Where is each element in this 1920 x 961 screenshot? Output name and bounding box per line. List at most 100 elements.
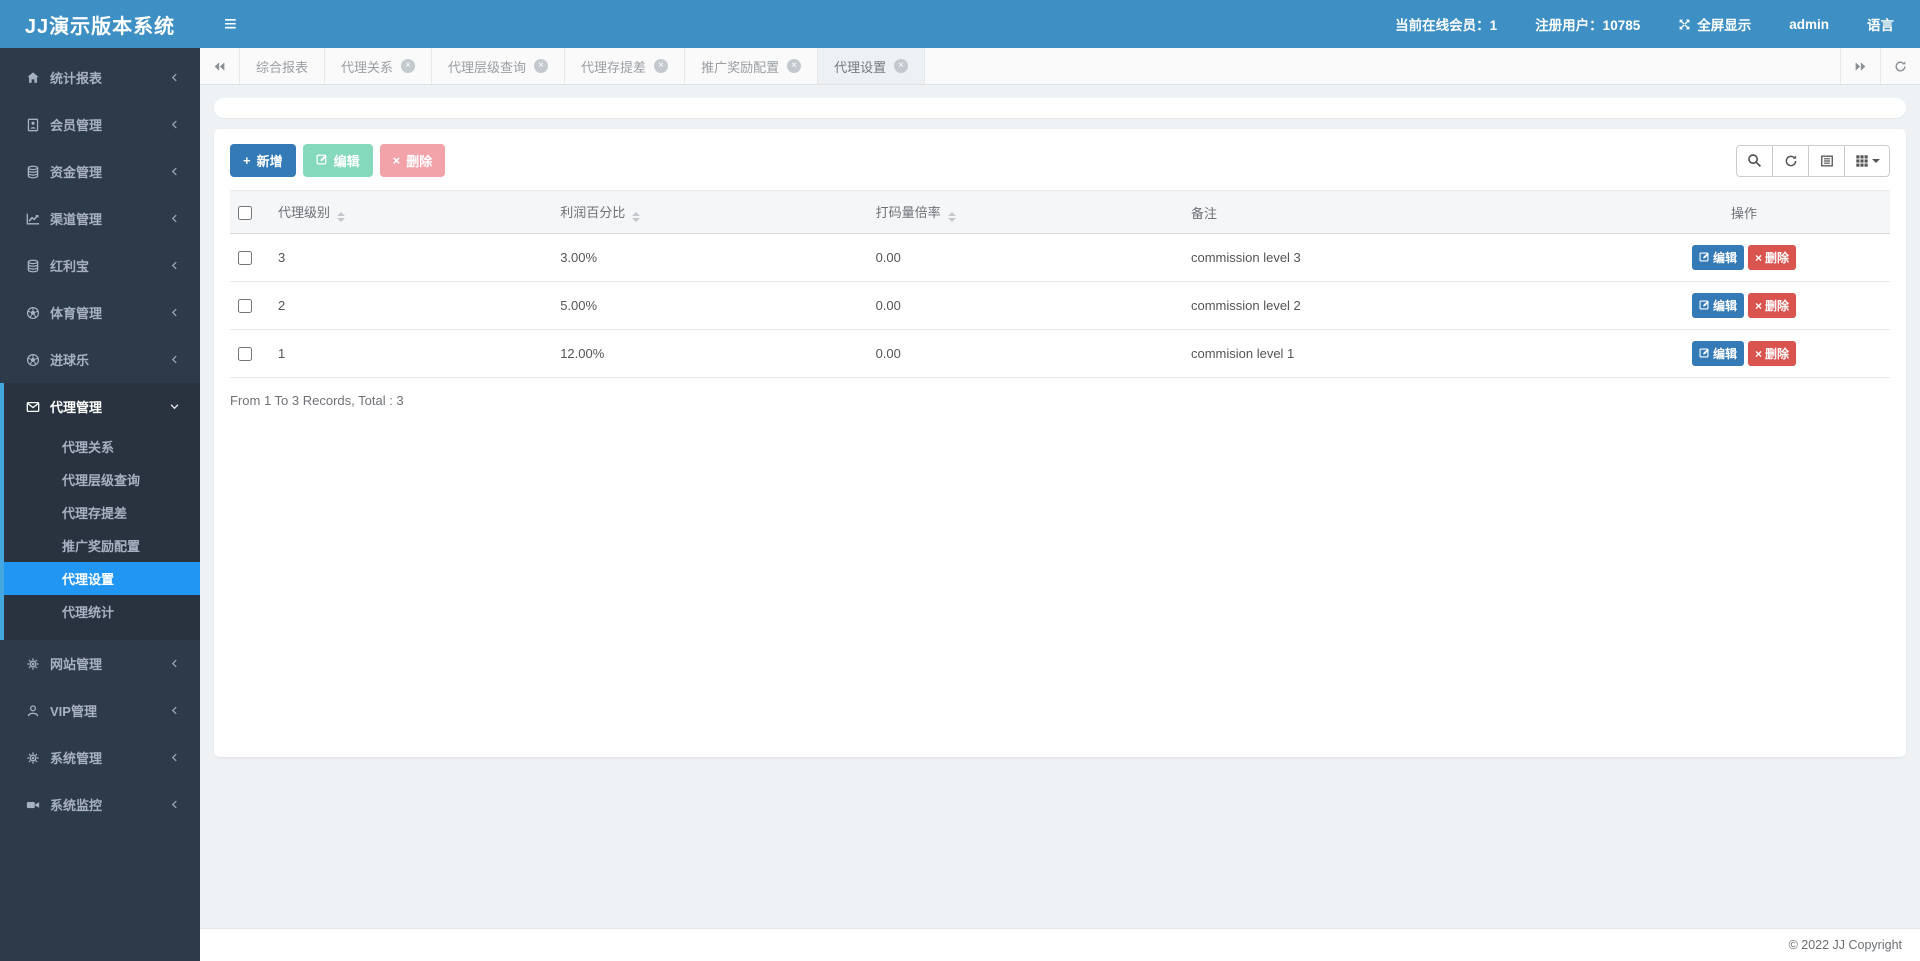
sidebar-subitem-agent-settings[interactable]: 代理设置 <box>4 562 200 595</box>
sidebar-item-goal-fun[interactable]: 进球乐 <box>0 336 200 383</box>
brand-title: JJ演示版本系统 <box>24 15 176 38</box>
tab-agent-deposit-diff[interactable]: 代理存提差 × <box>565 48 686 84</box>
sidebar-item-funds-mgmt[interactable]: 资金管理 <box>0 148 200 195</box>
tab-promo-reward-config[interactable]: 推广奖励配置 × <box>685 48 819 84</box>
footer: © 2022 JJ Copyright <box>200 928 1920 961</box>
tabs-scroll-right-button[interactable] <box>1840 48 1880 84</box>
chevron-left-icon <box>169 213 180 224</box>
column-header-agent-level[interactable]: 代理级别 <box>270 190 553 234</box>
home-icon <box>25 71 41 85</box>
chevron-left-icon <box>169 752 180 763</box>
row-delete-button[interactable]: × 删除 <box>1747 341 1796 366</box>
row-checkbox[interactable] <box>238 347 252 362</box>
sidebar-item-stats-report[interactable]: 统计报表 <box>0 54 200 101</box>
cell-profit-percent: 3.00% <box>552 233 868 282</box>
x-icon: × <box>1754 346 1762 361</box>
sidebar-item-bonus-treasure[interactable]: 红利宝 <box>0 242 200 289</box>
chevron-left-icon <box>169 705 180 716</box>
language-menu[interactable]: 语言 <box>1867 14 1894 34</box>
column-header-wager-multiplier[interactable]: 打码量倍率 <box>867 190 1183 234</box>
chevron-left-icon <box>169 799 180 810</box>
sidebar-item-system-monitor[interactable]: 系统监控 <box>0 781 200 828</box>
soccer-ball-icon <box>25 306 41 320</box>
cell-agent-level: 3 <box>270 233 553 282</box>
sort-icon[interactable] <box>632 212 641 222</box>
row-delete-button[interactable]: × 删除 <box>1747 293 1796 318</box>
select-all-checkbox[interactable] <box>238 205 252 220</box>
tabs-refresh-button[interactable] <box>1880 48 1920 84</box>
database-icon <box>25 165 41 179</box>
chevron-left-icon <box>169 658 180 669</box>
row-edit-button[interactable]: 编辑 <box>1691 341 1744 366</box>
content-area: + 新增 编辑 × 删除 代理级别 利润百分比 打码量倍率 备注 操作 3 3.… <box>200 85 1920 928</box>
address-book-icon <box>25 118 41 132</box>
action-buttons: + 新增 编辑 × 删除 <box>230 144 446 177</box>
user-menu[interactable]: admin <box>1789 17 1829 32</box>
cell-remark: commission level 2 <box>1182 281 1598 330</box>
main-area: 综合报表 代理关系 × 代理层级查询 × 代理存提差 × 推广奖励配置 × 代理… <box>200 48 1920 961</box>
sidebar-toggle-icon[interactable]: ≡ <box>200 0 261 48</box>
columns-button[interactable] <box>1844 144 1890 177</box>
sidebar-item-agent-mgmt[interactable]: 代理管理 <box>4 383 200 430</box>
x-icon: × <box>392 153 401 168</box>
registered-users-stat: 注册用户：10785 <box>1535 18 1641 33</box>
sidebar-item-website-mgmt[interactable]: 网站管理 <box>0 640 200 687</box>
tab-agent-level-query[interactable]: 代理层级查询 × <box>432 48 566 84</box>
column-header-profit-percent[interactable]: 利润百分比 <box>552 190 868 234</box>
table-row: 1 12.00% 0.00 commision level 1 编辑 × 删除 <box>230 329 1890 378</box>
sidebar-item-sports-mgmt[interactable]: 体育管理 <box>0 289 200 336</box>
close-icon[interactable]: × <box>787 59 802 73</box>
row-delete-button[interactable]: × 删除 <box>1747 245 1796 270</box>
sidebar-item-channel-mgmt[interactable]: 渠道管理 <box>0 195 200 242</box>
fullscreen-button[interactable]: 全屏显示 <box>1678 14 1751 34</box>
table-tools-group <box>1736 144 1890 177</box>
tab-bar: 综合报表 代理关系 × 代理层级查询 × 代理存提差 × 推广奖励配置 × 代理… <box>200 48 1920 85</box>
column-header-actions: 操作 <box>1597 190 1890 234</box>
add-button[interactable]: + 新增 <box>230 144 296 177</box>
search-button[interactable] <box>1736 144 1773 177</box>
table-header-row: 代理级别 利润百分比 打码量倍率 备注 操作 <box>230 190 1890 234</box>
sidebar-subitem-agent-relations[interactable]: 代理关系 <box>4 430 200 463</box>
row-edit-button[interactable]: 编辑 <box>1691 293 1744 318</box>
agent-settings-panel: + 新增 编辑 × 删除 代理级别 利润百分比 打码量倍率 备注 操作 3 3.… <box>214 129 1906 757</box>
delete-button[interactable]: × 删除 <box>379 144 446 177</box>
cell-agent-level: 2 <box>270 281 553 330</box>
top-navbar: JJ演示版本系统 ≡ 当前在线会员：1 注册用户：10785 全屏显示 admi… <box>0 0 1920 48</box>
sidebar-group-agent-mgmt: 代理管理 代理关系 代理层级查询 代理存提差 推广奖励配置 代理设置 代理统计 <box>0 383 200 640</box>
cell-agent-level: 1 <box>270 329 553 378</box>
close-icon[interactable]: × <box>534 59 549 73</box>
sidebar-subitem-agent-level-query[interactable]: 代理层级查询 <box>4 463 200 496</box>
cell-profit-percent: 5.00% <box>552 281 868 330</box>
fullscreen-icon <box>1678 18 1691 31</box>
tab-agent-relations[interactable]: 代理关系 × <box>325 48 433 84</box>
table-toolbar: + 新增 编辑 × 删除 <box>230 144 1890 177</box>
row-edit-button[interactable]: 编辑 <box>1691 245 1744 270</box>
sidebar-item-system-mgmt[interactable]: 系统管理 <box>0 734 200 781</box>
cell-remark: commission level 3 <box>1182 233 1598 282</box>
gear-icon <box>25 751 41 765</box>
tab-agent-settings[interactable]: 代理设置 × <box>818 48 926 84</box>
sidebar-subitem-agent-deposit-diff[interactable]: 代理存提差 <box>4 496 200 529</box>
cell-remark: commision level 1 <box>1182 329 1598 378</box>
sort-icon[interactable] <box>947 212 956 222</box>
chevron-down-icon <box>169 401 180 412</box>
refresh-button[interactable] <box>1772 144 1809 177</box>
tab-consolidated-report[interactable]: 综合报表 <box>240 48 326 84</box>
close-icon[interactable]: × <box>401 59 416 73</box>
tabs-scroll-left-button[interactable] <box>200 48 240 84</box>
sidebar-subitem-agent-stats[interactable]: 代理统计 <box>4 595 200 628</box>
toggle-view-button[interactable] <box>1808 144 1845 177</box>
close-icon[interactable]: × <box>654 59 669 73</box>
edit-button[interactable]: 编辑 <box>302 144 373 177</box>
database-icon <box>25 259 41 273</box>
table-row: 2 5.00% 0.00 commission level 2 编辑 × 删除 <box>230 281 1890 330</box>
sidebar-item-member-mgmt[interactable]: 会员管理 <box>0 101 200 148</box>
close-icon[interactable]: × <box>894 59 909 73</box>
row-checkbox[interactable] <box>238 251 252 266</box>
sort-icon[interactable] <box>337 212 346 222</box>
edit-pencil-icon <box>316 153 328 168</box>
sidebar-subitem-promo-reward-config[interactable]: 推广奖励配置 <box>4 529 200 562</box>
user-icon <box>25 704 41 718</box>
row-checkbox[interactable] <box>238 299 252 314</box>
sidebar-item-vip-mgmt[interactable]: VIP管理 <box>0 687 200 734</box>
